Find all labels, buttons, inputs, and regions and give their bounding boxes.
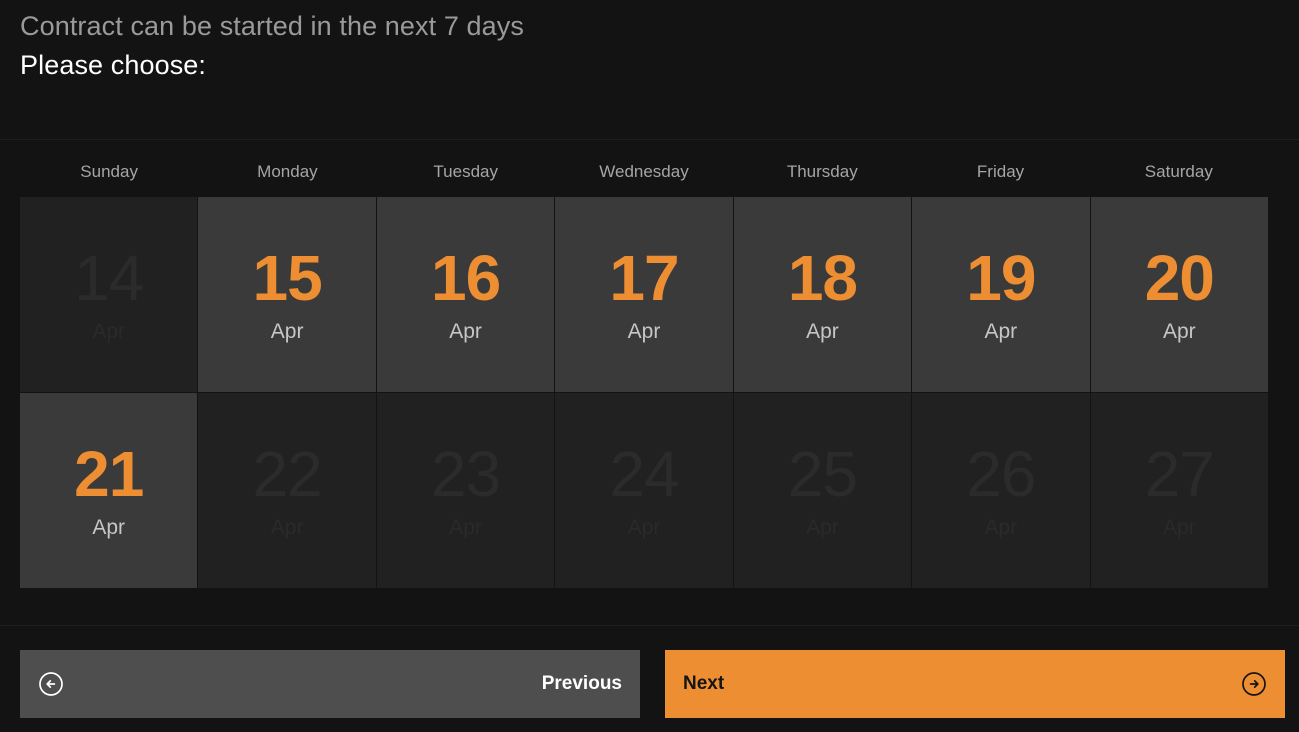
day-number: 19 <box>966 241 1036 314</box>
previous-button[interactable]: Previous <box>20 650 640 718</box>
header-subtitle: Contract can be started in the next 7 da… <box>20 11 524 41</box>
day-cell-selectable[interactable]: 17 Apr <box>554 197 733 392</box>
day-month-label: Apr <box>270 515 304 539</box>
calendar-grid: 14 Apr 15 Apr 16 Apr 17 Apr 18 Apr 19 Apr 20 Apr 21 Apr… <box>18 197 1268 588</box>
footer-navigation: Previous Next <box>0 625 1299 732</box>
day-number: 23 <box>430 437 501 510</box>
day-cell-disabled: 24 Apr <box>554 393 733 588</box>
day-month-label: Apr <box>627 319 661 343</box>
footer-button-row: Previous Next <box>0 626 1299 718</box>
page-header: Contract can be started in the next 7 da… <box>0 0 1299 140</box>
day-cell-selectable[interactable]: 21 Apr <box>18 393 198 588</box>
day-month-label: Apr <box>449 515 482 539</box>
day-cell-disabled: 22 Apr <box>197 393 376 588</box>
date-picker-screen: Contract can be started in the next 7 da… <box>0 0 1299 732</box>
weekday-label: Friday <box>976 162 1025 181</box>
day-month-label: Apr <box>449 319 482 343</box>
day-month-label: Apr <box>806 319 839 343</box>
day-cell-disabled: 14 Apr <box>20 197 198 392</box>
day-cell-disabled: 27 Apr <box>1089 393 1268 588</box>
weekday-label: Wednesday <box>599 162 689 181</box>
day-number: 24 <box>609 437 679 510</box>
day-month-label: Apr <box>984 515 1018 539</box>
weekday-label: Saturday <box>1144 162 1213 181</box>
day-cell-disabled: 26 Apr <box>911 393 1090 588</box>
day-cell-disabled: 25 Apr <box>732 393 912 588</box>
day-number: 26 <box>966 437 1036 510</box>
day-cell-selectable[interactable]: 20 Apr <box>1089 197 1268 392</box>
day-cell-selectable[interactable]: 19 Apr <box>911 197 1090 392</box>
day-month-label: Apr <box>984 319 1018 343</box>
day-month-label: Apr <box>1162 515 1196 539</box>
weekday-label: Tuesday <box>433 162 498 181</box>
weekday-label: Thursday <box>786 162 858 181</box>
weekday-label: Monday <box>257 162 318 181</box>
day-month-label: Apr <box>1162 319 1196 343</box>
day-number: 27 <box>1144 437 1215 510</box>
day-cell-selectable[interactable]: 18 Apr <box>732 197 912 392</box>
day-number: 14 <box>74 241 144 314</box>
day-month-label: Apr <box>92 515 126 539</box>
day-month-label: Apr <box>627 515 661 539</box>
arrow-left-circle-icon <box>38 671 64 697</box>
day-cell-selectable[interactable]: 16 Apr <box>375 197 555 392</box>
day-month-label: Apr <box>270 319 304 343</box>
day-number: 16 <box>430 241 501 314</box>
day-cell-disabled: 23 Apr <box>375 393 555 588</box>
day-number: 21 <box>74 437 144 510</box>
previous-button-label: Previous <box>541 673 622 694</box>
page-title: Please choose: <box>20 50 207 80</box>
day-number: 17 <box>609 241 679 314</box>
day-number: 25 <box>787 437 858 510</box>
next-button-label: Next <box>683 673 725 694</box>
day-cell-selectable[interactable]: 15 Apr <box>197 197 376 392</box>
weekday-label: Sunday <box>80 162 138 181</box>
weekday-header-row: Sunday Monday Tuesday Wednesday Thursday Frid… <box>20 140 1268 183</box>
day-number: 18 <box>787 241 858 314</box>
day-month-label: Apr <box>92 319 126 343</box>
day-number: 15 <box>252 241 323 314</box>
day-number: 22 <box>252 437 323 510</box>
day-number: 20 <box>1144 241 1215 314</box>
day-month-label: Apr <box>806 515 839 539</box>
arrow-right-circle-icon <box>1241 671 1267 697</box>
next-button[interactable]: Next <box>665 650 1285 718</box>
